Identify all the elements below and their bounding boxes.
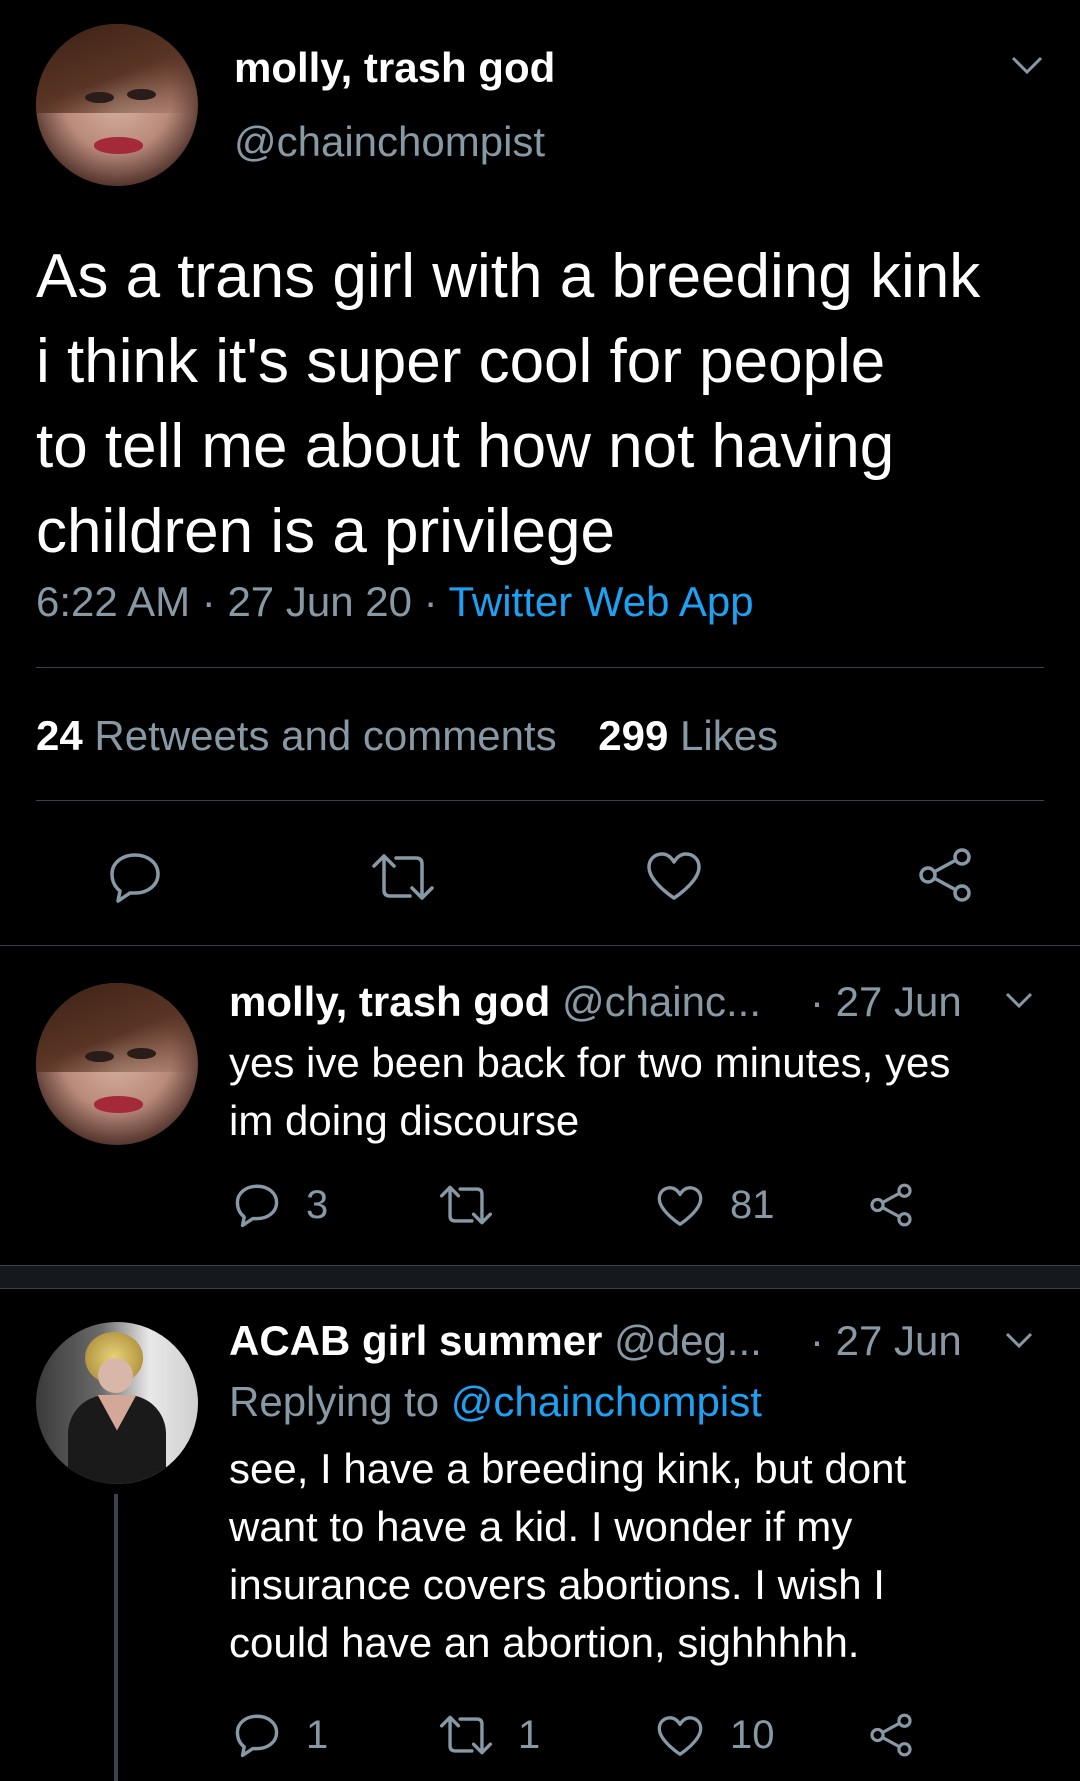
reply-icon[interactable] (108, 850, 162, 904)
like-icon[interactable] (656, 1184, 704, 1228)
like-count: 81 (730, 1183, 775, 1227)
share-icon[interactable] (868, 1182, 914, 1228)
avatar-lips (94, 137, 143, 154)
likes-label: Likes (680, 712, 779, 759)
reply-text: see, I have a breeding kink, but dont wa… (229, 1440, 906, 1672)
reply-text-line: im doing discourse (229, 1097, 580, 1144)
main-tweet-text-line: to tell me about how not having (36, 412, 895, 481)
replying-to: Replying to @chainchompist (229, 1378, 762, 1426)
divider (0, 945, 1080, 946)
reply-text-line: insurance covers abortions. I wish I (229, 1561, 885, 1608)
reply-date[interactable]: · 27 Jun (810, 1317, 962, 1365)
reply-text-line: yes ive been back for two minutes, yes (229, 1039, 951, 1086)
avatar-face (97, 1357, 134, 1394)
main-tweet-text: As a trans girl with a breeding kink i t… (36, 234, 980, 574)
avatar-lips (94, 1096, 143, 1113)
reply-header: ACAB girl summer @deg... (229, 1317, 762, 1365)
avatar-hair (36, 24, 198, 114)
main-tweet-meta: 6:22 AM · 27 Jun 20 · Twitter Web App (36, 578, 754, 626)
reply-avatar[interactable] (36, 983, 198, 1145)
reply-icon[interactable] (234, 1712, 280, 1758)
retweet-icon[interactable] (370, 852, 436, 902)
like-icon[interactable] (645, 850, 703, 902)
main-tweet-avatar[interactable] (36, 24, 198, 186)
reply-date[interactable]: · 27 Jun (810, 978, 962, 1026)
reply-icon[interactable] (234, 1182, 280, 1228)
main-tweet-text-line: children is a privilege (36, 497, 615, 566)
meta-separator: · (201, 578, 216, 625)
meta-separator: · (423, 578, 438, 625)
replying-to-label: Replying to (229, 1378, 440, 1425)
reply-display-name[interactable]: molly, trash god (229, 978, 550, 1025)
main-tweet-display-name[interactable]: molly, trash god (234, 44, 555, 92)
retweets-stat[interactable]: 24 Retweets and comments (36, 712, 568, 759)
reply-display-name[interactable]: ACAB girl summer (229, 1317, 602, 1364)
main-tweet-source[interactable]: Twitter Web App (449, 578, 754, 625)
reply-text-line: could have an abortion, sighhhhh. (229, 1619, 860, 1666)
retweet-icon[interactable] (438, 1184, 494, 1226)
reply-header: molly, trash god @chainc... (229, 978, 761, 1026)
retweet-icon[interactable] (438, 1714, 494, 1756)
reply-handle[interactable]: @chainc... (562, 978, 761, 1025)
reply-chevron-down-icon[interactable] (1004, 1330, 1034, 1357)
divider (36, 667, 1044, 668)
like-count: 10 (730, 1713, 775, 1757)
reply-text-line: see, I have a breeding kink, but dont (229, 1445, 907, 1492)
like-icon[interactable] (656, 1714, 704, 1758)
reply-text-line: want to have a kid. I wonder if my (229, 1503, 853, 1550)
main-tweet-date[interactable]: 27 Jun 20 (227, 578, 412, 625)
likes-stat[interactable]: 299 Likes (598, 712, 778, 759)
replying-to-handle[interactable]: @chainchompist (451, 1378, 762, 1425)
main-tweet-chevron-down-icon[interactable] (1010, 54, 1044, 83)
reply-avatar[interactable] (36, 1322, 198, 1484)
main-tweet-text-line: As a trans girl with a breeding kink (36, 242, 981, 311)
reply-handle[interactable]: @deg... (614, 1317, 762, 1364)
reply-count: 1 (306, 1713, 329, 1757)
retweet-count: 1 (518, 1713, 541, 1757)
section-separator (0, 1265, 1080, 1289)
main-tweet-text-line: i think it's super cool for people (36, 327, 886, 396)
avatar-eye-right (126, 1047, 156, 1060)
reply-chevron-down-icon[interactable] (1004, 990, 1034, 1017)
main-tweet-time[interactable]: 6:22 AM (36, 578, 190, 625)
main-tweet-handle[interactable]: @chainchompist (234, 118, 545, 166)
avatar-eye-right (126, 88, 156, 101)
thread-line (114, 1494, 118, 1781)
reply-text: yes ive been back for two minutes, yes i… (229, 1034, 950, 1150)
likes-count: 299 (598, 712, 669, 759)
share-icon[interactable] (916, 846, 974, 904)
main-tweet-stats: 24 Retweets and comments 299 Likes (36, 712, 778, 760)
reply-count: 3 (306, 1183, 329, 1227)
share-icon[interactable] (868, 1712, 914, 1758)
divider (36, 800, 1044, 801)
retweets-count: 24 (36, 712, 83, 759)
retweets-label: Retweets and comments (94, 712, 557, 759)
avatar-hair (36, 983, 198, 1073)
